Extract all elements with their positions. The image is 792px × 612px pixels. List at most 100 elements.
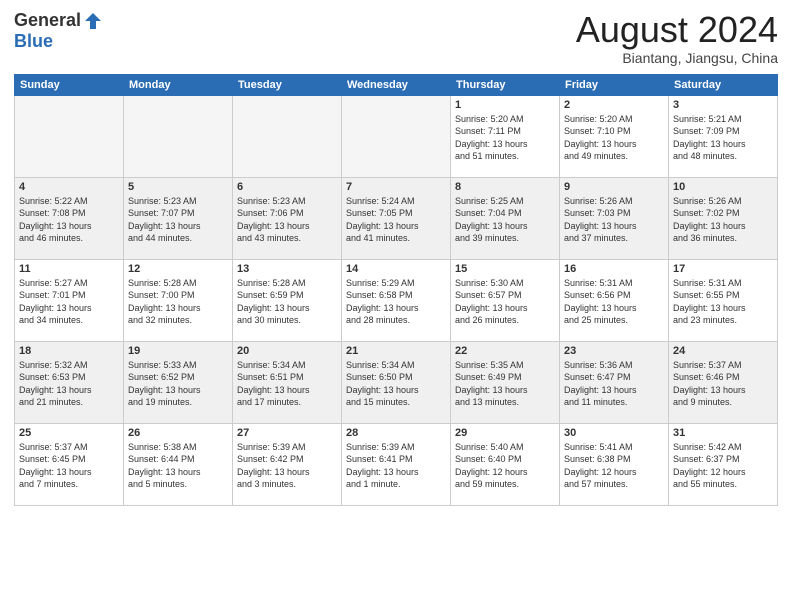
day-number: 5 [128,181,228,193]
day-number: 25 [19,427,119,439]
day-number: 31 [673,427,773,439]
table-row: 7 Sunrise: 5:24 AM Sunset: 7:05 PM Daylig… [342,177,451,259]
logo-general: General [14,10,81,31]
table-row [233,95,342,177]
day-info: Sunrise: 5:21 AM Sunset: 7:09 PM Dayligh… [673,113,773,163]
header-monday: Monday [124,74,233,95]
page-header: General Blue August 2024 Biantang, Jiang… [14,10,778,66]
table-row: 25 Sunrise: 5:37 AM Sunset: 6:45 PM Dayli… [15,423,124,505]
day-info: Sunrise: 5:39 AM Sunset: 6:41 PM Dayligh… [346,441,446,491]
day-number: 7 [346,181,446,193]
table-row: 5 Sunrise: 5:23 AM Sunset: 7:07 PM Daylig… [124,177,233,259]
day-info: Sunrise: 5:40 AM Sunset: 6:40 PM Dayligh… [455,441,555,491]
day-info: Sunrise: 5:33 AM Sunset: 6:52 PM Dayligh… [128,359,228,409]
table-row: 1 Sunrise: 5:20 AM Sunset: 7:11 PM Daylig… [451,95,560,177]
table-row: 14 Sunrise: 5:29 AM Sunset: 6:58 PM Dayli… [342,259,451,341]
table-row: 22 Sunrise: 5:35 AM Sunset: 6:49 PM Dayli… [451,341,560,423]
location-subtitle: Biantang, Jiangsu, China [576,50,778,66]
day-number: 8 [455,181,555,193]
day-number: 30 [564,427,664,439]
table-row: 20 Sunrise: 5:34 AM Sunset: 6:51 PM Dayli… [233,341,342,423]
day-info: Sunrise: 5:26 AM Sunset: 7:03 PM Dayligh… [564,195,664,245]
day-number: 29 [455,427,555,439]
header-saturday: Saturday [669,74,778,95]
day-info: Sunrise: 5:34 AM Sunset: 6:50 PM Dayligh… [346,359,446,409]
table-row: 21 Sunrise: 5:34 AM Sunset: 6:50 PM Dayli… [342,341,451,423]
header-tuesday: Tuesday [233,74,342,95]
weekday-header-row: Sunday Monday Tuesday Wednesday Thursday… [15,74,778,95]
month-title: August 2024 [576,10,778,50]
table-row [15,95,124,177]
calendar-week-row: 18Sunrise: 5:32 AM Sunset: 6:53 PM Dayli… [15,341,778,423]
day-info: Sunrise: 5:23 AM Sunset: 7:06 PM Dayligh… [237,195,337,245]
day-info: Sunrise: 5:31 AM Sunset: 6:55 PM Dayligh… [673,277,773,327]
header-friday: Friday [560,74,669,95]
day-info: Sunrise: 5:20 AM Sunset: 7:10 PM Dayligh… [564,113,664,163]
table-row: 9Sunrise: 5:26 AM Sunset: 7:03 PM Daylig… [560,177,669,259]
table-row: 30 Sunrise: 5:41 AM Sunset: 6:38 PM Dayli… [560,423,669,505]
header-wednesday: Wednesday [342,74,451,95]
day-number: 27 [237,427,337,439]
day-info: Sunrise: 5:42 AM Sunset: 6:37 PM Dayligh… [673,441,773,491]
day-info: Sunrise: 5:30 AM Sunset: 6:57 PM Dayligh… [455,277,555,327]
table-row: 13Sunrise: 5:28 AM Sunset: 6:59 PM Dayli… [233,259,342,341]
day-info: Sunrise: 5:20 AM Sunset: 7:11 PM Dayligh… [455,113,555,163]
day-info: Sunrise: 5:31 AM Sunset: 6:56 PM Dayligh… [564,277,664,327]
calendar-table: Sunday Monday Tuesday Wednesday Thursday… [14,74,778,506]
calendar-week-row: 1 Sunrise: 5:20 AM Sunset: 7:11 PM Daylig… [15,95,778,177]
logo-blue: Blue [14,31,53,52]
day-info: Sunrise: 5:39 AM Sunset: 6:42 PM Dayligh… [237,441,337,491]
calendar-week-row: 25 Sunrise: 5:37 AM Sunset: 6:45 PM Dayli… [15,423,778,505]
table-row: 17 Sunrise: 5:31 AM Sunset: 6:55 PM Dayli… [669,259,778,341]
table-row: 2Sunrise: 5:20 AM Sunset: 7:10 PM Daylig… [560,95,669,177]
table-row: 11Sunrise: 5:27 AM Sunset: 7:01 PM Dayli… [15,259,124,341]
table-row: 24 Sunrise: 5:37 AM Sunset: 6:46 PM Dayli… [669,341,778,423]
day-info: Sunrise: 5:22 AM Sunset: 7:08 PM Dayligh… [19,195,119,245]
table-row: 4Sunrise: 5:22 AM Sunset: 7:08 PM Daylig… [15,177,124,259]
header-sunday: Sunday [15,74,124,95]
table-row: 29 Sunrise: 5:40 AM Sunset: 6:40 PM Dayli… [451,423,560,505]
day-number: 1 [455,99,555,111]
day-info: Sunrise: 5:28 AM Sunset: 6:59 PM Dayligh… [237,277,337,327]
day-number: 24 [673,345,773,357]
day-number: 26 [128,427,228,439]
day-info: Sunrise: 5:34 AM Sunset: 6:51 PM Dayligh… [237,359,337,409]
header-thursday: Thursday [451,74,560,95]
day-info: Sunrise: 5:28 AM Sunset: 7:00 PM Dayligh… [128,277,228,327]
day-info: Sunrise: 5:26 AM Sunset: 7:02 PM Dayligh… [673,195,773,245]
day-info: Sunrise: 5:37 AM Sunset: 6:45 PM Dayligh… [19,441,119,491]
day-number: 23 [564,345,664,357]
table-row: 28 Sunrise: 5:39 AM Sunset: 6:41 PM Dayli… [342,423,451,505]
day-number: 21 [346,345,446,357]
day-number: 15 [455,263,555,275]
logo-icon [83,11,103,31]
table-row: 12 Sunrise: 5:28 AM Sunset: 7:00 PM Dayli… [124,259,233,341]
day-info: Sunrise: 5:41 AM Sunset: 6:38 PM Dayligh… [564,441,664,491]
day-number: 12 [128,263,228,275]
table-row: 6Sunrise: 5:23 AM Sunset: 7:06 PM Daylig… [233,177,342,259]
calendar-page: General Blue August 2024 Biantang, Jiang… [0,0,792,612]
table-row: 8 Sunrise: 5:25 AM Sunset: 7:04 PM Daylig… [451,177,560,259]
day-info: Sunrise: 5:24 AM Sunset: 7:05 PM Dayligh… [346,195,446,245]
day-info: Sunrise: 5:27 AM Sunset: 7:01 PM Dayligh… [19,277,119,327]
day-number: 28 [346,427,446,439]
day-number: 16 [564,263,664,275]
day-number: 17 [673,263,773,275]
day-info: Sunrise: 5:37 AM Sunset: 6:46 PM Dayligh… [673,359,773,409]
table-row [124,95,233,177]
day-info: Sunrise: 5:29 AM Sunset: 6:58 PM Dayligh… [346,277,446,327]
day-info: Sunrise: 5:25 AM Sunset: 7:04 PM Dayligh… [455,195,555,245]
day-number: 18 [19,345,119,357]
calendar-week-row: 4Sunrise: 5:22 AM Sunset: 7:08 PM Daylig… [15,177,778,259]
day-number: 14 [346,263,446,275]
title-block: August 2024 Biantang, Jiangsu, China [576,10,778,66]
day-number: 20 [237,345,337,357]
table-row: 3Sunrise: 5:21 AM Sunset: 7:09 PM Daylig… [669,95,778,177]
day-number: 22 [455,345,555,357]
logo: General Blue [14,10,103,52]
day-info: Sunrise: 5:38 AM Sunset: 6:44 PM Dayligh… [128,441,228,491]
table-row: 19Sunrise: 5:33 AM Sunset: 6:52 PM Dayli… [124,341,233,423]
day-info: Sunrise: 5:23 AM Sunset: 7:07 PM Dayligh… [128,195,228,245]
day-info: Sunrise: 5:35 AM Sunset: 6:49 PM Dayligh… [455,359,555,409]
table-row: 26 Sunrise: 5:38 AM Sunset: 6:44 PM Dayli… [124,423,233,505]
